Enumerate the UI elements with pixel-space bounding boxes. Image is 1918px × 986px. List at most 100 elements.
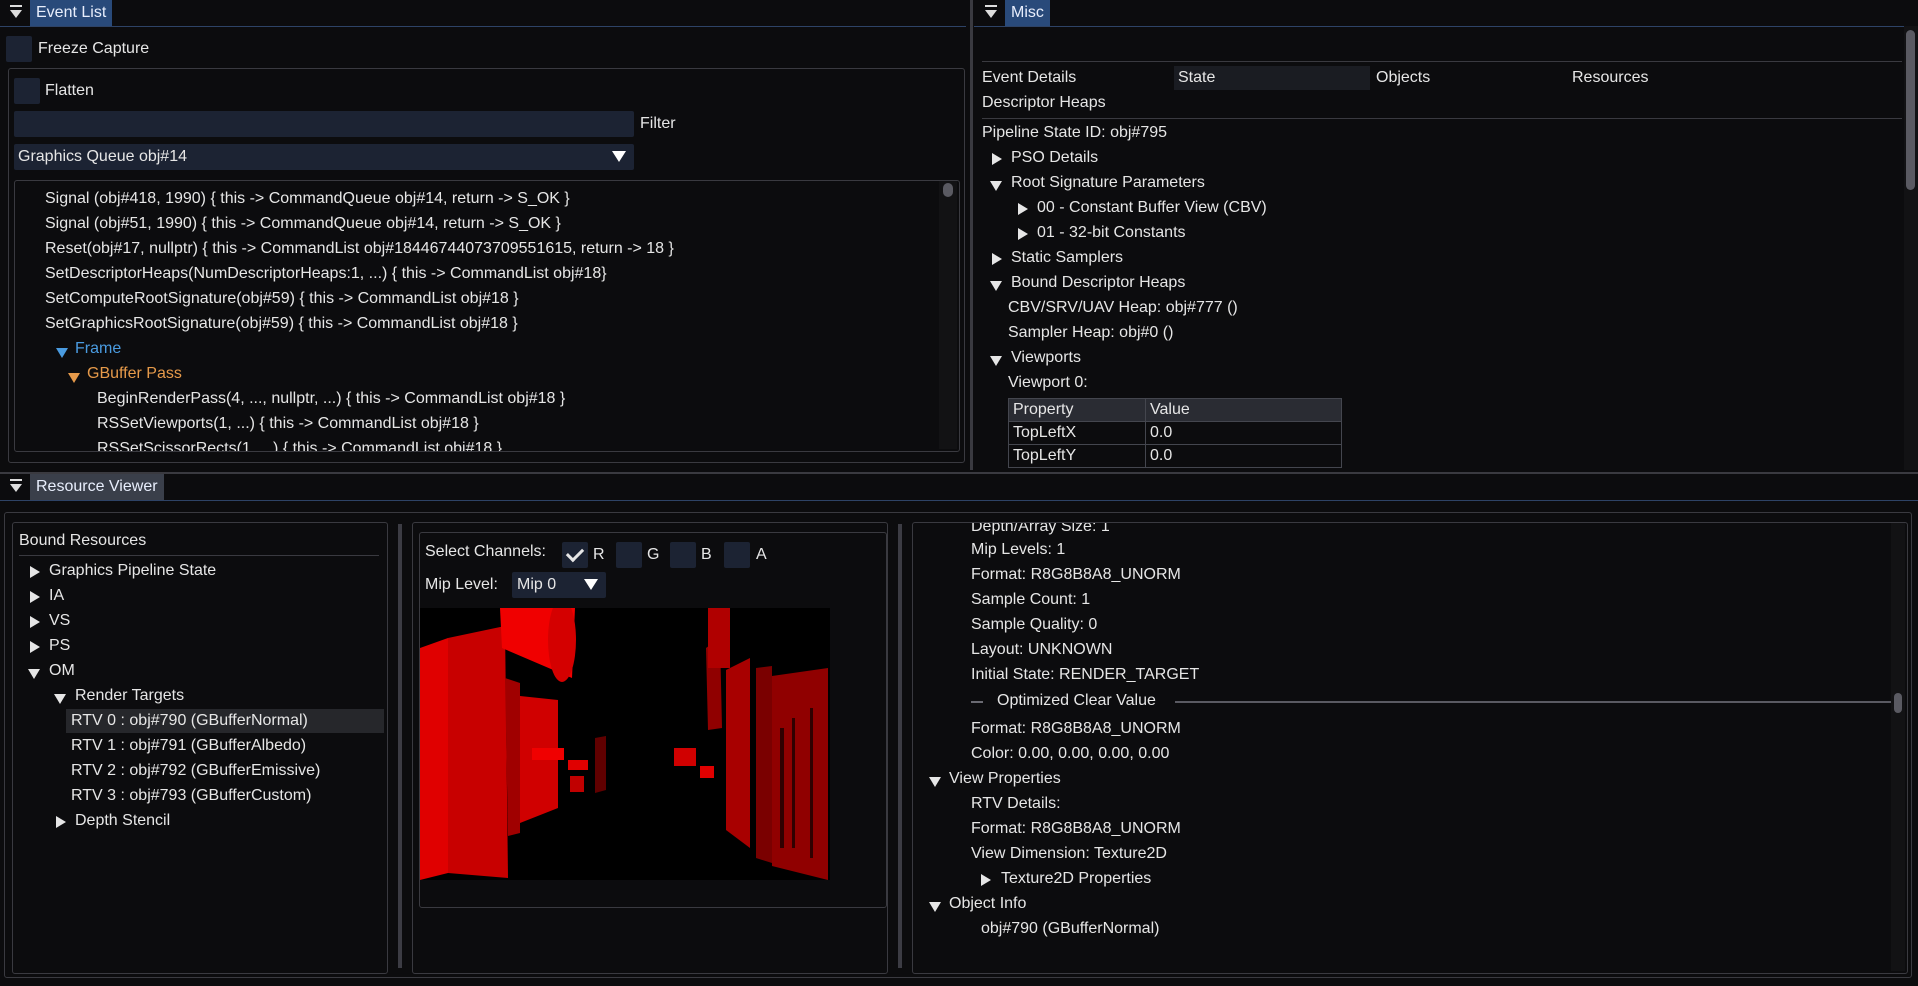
channel-a-checkbox[interactable] [724, 542, 750, 568]
tree-node-graphics-pipeline-state[interactable]: Graphics Pipeline State [49, 561, 216, 581]
tree-node-object-info[interactable]: Object Info [949, 894, 1026, 914]
table-cell: TopLeftX [1008, 421, 1146, 445]
vertical-splitter[interactable] [898, 524, 902, 968]
tree-expanded-icon[interactable] [990, 353, 1002, 371]
list-item[interactable]: BeginRenderPass(4, ..., nullptr, ...) { … [97, 389, 565, 409]
list-item[interactable]: Signal (obj#418, 1990) { this -> Command… [45, 189, 570, 209]
tab-event-list[interactable]: Event List [30, 0, 113, 26]
tree-node-static-samplers[interactable]: Static Samplers [1011, 248, 1123, 268]
channel-g-label: G [647, 546, 660, 563]
scrollbar-thumb[interactable] [1906, 30, 1915, 190]
initial-state: Initial State: RENDER_TARGET [971, 666, 1200, 683]
tree-node-rtv-1[interactable]: RTV 1 : obj#791 (GBufferAlbedo) [71, 736, 306, 756]
tab-descriptor-heaps[interactable]: Descriptor Heaps [982, 93, 1106, 113]
tree-expanded-icon[interactable] [54, 691, 66, 709]
tree-collapsed-icon[interactable] [1018, 202, 1028, 220]
channel-g-checkbox[interactable] [616, 542, 642, 568]
texture-preview-image[interactable] [420, 608, 830, 880]
tree-node-view-properties[interactable]: View Properties [949, 769, 1061, 789]
tree-collapsed-icon[interactable] [30, 640, 40, 658]
tree-collapsed-icon[interactable] [30, 590, 40, 608]
tree-node-viewports[interactable]: Viewports [1011, 348, 1081, 368]
vertical-splitter[interactable] [398, 524, 402, 968]
scrollbar-thumb[interactable] [1894, 693, 1902, 713]
tab-event-details[interactable]: Event Details [982, 68, 1076, 88]
tree-expanded-icon[interactable] [990, 278, 1002, 296]
tab-state[interactable]: State [1178, 68, 1215, 88]
tree-collapsed-icon[interactable] [30, 565, 40, 583]
queue-dropdown[interactable]: Graphics Queue obj#14 [14, 144, 634, 170]
tree-collapsed-icon[interactable] [1018, 227, 1028, 245]
view-dimension: View Dimension: Texture2D [971, 845, 1167, 862]
vertical-splitter[interactable] [970, 0, 973, 470]
tree-collapsed-icon[interactable] [992, 152, 1002, 170]
tree-node-ia[interactable]: IA [49, 586, 64, 606]
details-scrollbar[interactable] [1891, 523, 1905, 971]
scrollbar-thumb[interactable] [943, 183, 953, 197]
tree-node-texture2d-properties[interactable]: Texture2D Properties [1001, 869, 1151, 889]
tab-resource-viewer[interactable]: Resource Viewer [30, 474, 164, 500]
collapse-icon[interactable] [8, 4, 26, 22]
viewport-0-label: Viewport 0: [1008, 374, 1088, 391]
tree-node-rtv-3[interactable]: RTV 3 : obj#793 (GBufferCustom) [71, 786, 311, 806]
tree-node-pso-details[interactable]: PSO Details [1011, 148, 1098, 168]
event-list-scroll[interactable]: Signal (obj#418, 1990) { this -> Command… [14, 180, 960, 452]
list-item[interactable]: SetDescriptorHeaps(NumDescriptorHeaps:1,… [45, 264, 607, 284]
collapse-icon[interactable] [8, 478, 26, 496]
tree-node-ps[interactable]: PS [49, 636, 70, 656]
tree-expanded-icon[interactable] [929, 899, 941, 917]
channel-r-checkbox[interactable] [562, 542, 588, 568]
tree-node-rtv-2[interactable]: RTV 2 : obj#792 (GBufferEmissive) [71, 761, 320, 781]
channel-b-checkbox[interactable] [670, 542, 696, 568]
tree-node-frame[interactable]: Frame [75, 339, 121, 359]
tree-collapsed-icon[interactable] [30, 615, 40, 633]
mip-level-label: Mip Level: [425, 576, 498, 593]
table-row: TopLeftX 0.0 [1008, 421, 1342, 445]
filter-input[interactable] [14, 111, 634, 137]
list-item[interactable]: Signal (obj#51, 1990) { this -> CommandQ… [45, 214, 561, 234]
tree-collapsed-icon[interactable] [981, 873, 991, 891]
list-item[interactable]: Reset(obj#17, nullptr) { this -> Command… [45, 239, 674, 259]
tree-expanded-icon[interactable] [68, 370, 80, 388]
sample-count: Sample Count: 1 [971, 591, 1091, 608]
tree-expanded-icon[interactable] [990, 178, 1002, 196]
misc-scrollbar[interactable] [1904, 26, 1918, 470]
tree-node-depth-stencil[interactable]: Depth Stencil [75, 811, 170, 831]
tree-node-om[interactable]: OM [49, 661, 75, 681]
tree-node-vs[interactable]: VS [49, 611, 70, 631]
tree-node-bound-descriptor-heaps[interactable]: Bound Descriptor Heaps [1011, 273, 1185, 293]
tree-collapsed-icon[interactable] [992, 252, 1002, 270]
rtv-details: RTV Details: [971, 795, 1061, 812]
sampler-heap: Sampler Heap: obj#0 () [1008, 324, 1174, 341]
queue-dropdown-value: Graphics Queue obj#14 [18, 148, 187, 165]
list-item[interactable]: RSSetScissorRects(1, ...) { this -> Comm… [97, 439, 502, 451]
freeze-capture-checkbox[interactable] [6, 36, 32, 62]
tree-node-render-targets[interactable]: Render Targets [75, 686, 184, 706]
tab-resources[interactable]: Resources [1572, 68, 1648, 88]
tab-misc[interactable]: Misc [1005, 0, 1050, 26]
channel-r-label: R [593, 546, 605, 563]
mip-level-dropdown[interactable]: Mip 0 [512, 572, 606, 598]
list-item[interactable]: SetGraphicsRootSignature(obj#59) { this … [45, 314, 518, 334]
depth-array-size: Depth/Array Size: 1 [971, 522, 1110, 535]
tree-expanded-icon[interactable] [28, 666, 40, 684]
tree-node-root-param-0[interactable]: 00 - Constant Buffer View (CBV) [1037, 198, 1267, 218]
table-header-property: Property [1008, 398, 1146, 422]
tree-node-gbuffer-pass[interactable]: GBuffer Pass [87, 364, 182, 384]
list-item[interactable]: SetComputeRootSignature(obj#59) { this -… [45, 289, 519, 309]
resource-viewer-titlebar [0, 474, 1918, 501]
tree-collapsed-icon[interactable] [56, 815, 66, 833]
list-item[interactable]: RSSetViewports(1, ...) { this -> Command… [97, 414, 479, 434]
tree-node-rtv-0[interactable]: RTV 0 : obj#790 (GBufferNormal) [71, 711, 308, 731]
tree-node-root-param-1[interactable]: 01 - 32-bit Constants [1037, 223, 1186, 243]
chevron-down-icon [584, 579, 598, 590]
flatten-checkbox[interactable] [14, 78, 40, 104]
event-list-scrollbar[interactable] [939, 181, 957, 449]
collapse-icon[interactable] [983, 4, 1001, 22]
tree-expanded-icon[interactable] [929, 774, 941, 792]
table-cell: TopLeftY [1008, 444, 1146, 468]
tab-objects[interactable]: Objects [1376, 68, 1430, 88]
tree-expanded-icon[interactable] [56, 345, 68, 363]
tree-node-root-signature-params[interactable]: Root Signature Parameters [1011, 173, 1205, 193]
layout: Layout: UNKNOWN [971, 641, 1113, 658]
